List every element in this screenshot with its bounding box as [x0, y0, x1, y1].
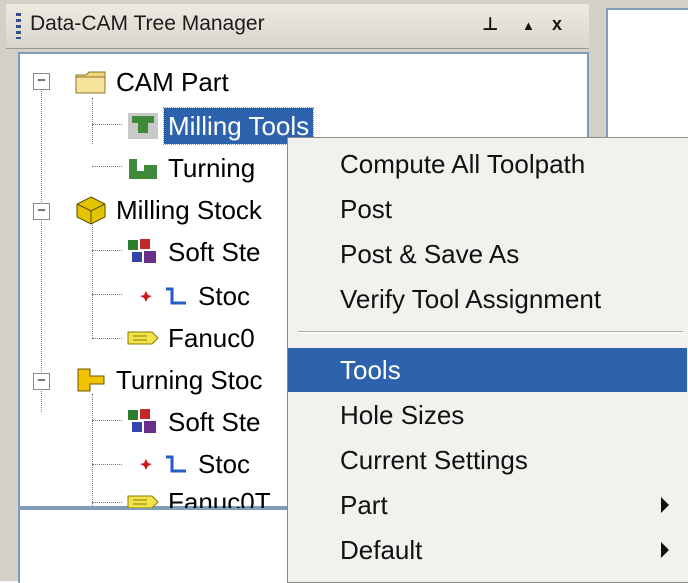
menu-item-current-settings[interactable]: Current Settings	[288, 438, 687, 482]
tree-node-cam-part[interactable]: CAM Part	[74, 62, 233, 102]
menu-item-label: Post	[340, 194, 393, 224]
tree-connector	[92, 250, 122, 251]
tree-connector	[92, 222, 93, 338]
tree-connector	[92, 124, 122, 125]
menu-item-hole-sizes[interactable]: Hole Sizes	[288, 393, 687, 437]
menu-item-compute-all-toolpath[interactable]: Compute All Toolpath	[288, 142, 687, 186]
menu-item-label: Tools	[340, 355, 401, 385]
material-icon	[126, 237, 160, 267]
submenu-arrow-icon	[661, 542, 669, 558]
tree-connector	[92, 394, 93, 506]
stock-axis-icon	[160, 449, 190, 479]
tree-node-label: Soft Ste	[168, 237, 261, 267]
tree-node-label: Fanuc0	[168, 323, 255, 353]
panel-titlebar[interactable]: Data-CAM Tree Manager ⊥ ▲ x	[6, 4, 589, 49]
tree-connector	[92, 98, 93, 144]
collapse-up-icon[interactable]: ▲	[522, 18, 535, 33]
tree-node-material[interactable]: Soft Ste	[126, 402, 265, 442]
submenu-arrow-icon	[661, 497, 669, 513]
tree-node-stock-setup[interactable]: Stoc	[136, 444, 254, 484]
menu-item-label: Hole Sizes	[340, 400, 465, 430]
tree-node-label: Turning Stoc	[116, 365, 263, 395]
panel-title: Data-CAM Tree Manager	[30, 12, 265, 35]
menu-item-label: Post & Save As	[340, 239, 520, 269]
tree-node-turning-stock[interactable]: Turning Stoc	[74, 360, 266, 400]
tree-node-label: Turning	[168, 153, 256, 183]
menu-item-label: Verify Tool Assignment	[340, 284, 602, 314]
close-icon[interactable]: x	[552, 14, 562, 35]
context-menu: Compute All Toolpath Post Post & Save As…	[287, 137, 688, 583]
milling-tool-icon	[126, 111, 160, 141]
pin-icon[interactable]: ⊥	[482, 14, 498, 35]
application-frame: Data-CAM Tree Manager ⊥ ▲ x − CAM Part M…	[0, 0, 688, 583]
folder-icon	[74, 67, 108, 97]
tree-connector	[92, 464, 122, 465]
menu-item-default[interactable]: Default	[288, 528, 687, 572]
tree-node-label: Stoc	[198, 281, 251, 311]
tree-node-label: Stoc	[198, 449, 251, 479]
menu-item-label: Compute All Toolpath	[340, 149, 586, 179]
tree-node-turning-tools[interactable]: Turning	[126, 148, 259, 188]
tree-node-label: Milling Stock	[116, 195, 262, 225]
menu-item-label: Default	[340, 535, 423, 565]
tree-connector	[92, 420, 122, 421]
post-processor-icon	[126, 323, 160, 353]
menu-item-part[interactable]: Part	[288, 483, 687, 527]
collapse-toggle-icon[interactable]: −	[33, 373, 50, 390]
menu-separator	[298, 331, 683, 333]
tree-node-post-processor[interactable]: Fanuc0	[126, 318, 259, 358]
turning-stock-icon	[74, 365, 108, 395]
tree-connector	[92, 338, 122, 339]
menu-item-post-save-as[interactable]: Post & Save As	[288, 232, 687, 276]
tree-connector	[41, 84, 42, 412]
tree-node-label: CAM Part	[116, 67, 229, 97]
menu-item-verify-tool-assignment[interactable]: Verify Tool Assignment	[288, 277, 687, 321]
turning-tool-icon	[126, 153, 160, 183]
stock-cube-icon	[74, 195, 108, 225]
stock-axis-icon	[160, 281, 190, 311]
tree-node-milling-stock[interactable]: Milling Stock	[74, 190, 266, 230]
collapse-toggle-icon[interactable]: −	[33, 203, 50, 220]
collapse-toggle-icon[interactable]: −	[33, 73, 50, 90]
red-star-icon	[136, 281, 156, 311]
tree-node-material[interactable]: Soft Ste	[126, 232, 265, 272]
tree-connector	[92, 166, 122, 167]
tree-node-milling-tools[interactable]: Milling Tools	[126, 106, 315, 146]
tree-node-label: Soft Ste	[168, 407, 261, 437]
tree-connector	[92, 294, 122, 295]
red-star-icon	[136, 449, 156, 479]
menu-item-post[interactable]: Post	[288, 187, 687, 231]
drag-grip-icon[interactable]	[16, 13, 21, 39]
menu-item-tools[interactable]: Tools	[288, 348, 687, 392]
menu-item-label: Part	[340, 490, 388, 520]
tree-connector	[92, 502, 122, 503]
menu-item-label: Current Settings	[340, 445, 528, 475]
tree-node-stock-setup[interactable]: Stoc	[136, 276, 254, 316]
material-icon	[126, 407, 160, 437]
